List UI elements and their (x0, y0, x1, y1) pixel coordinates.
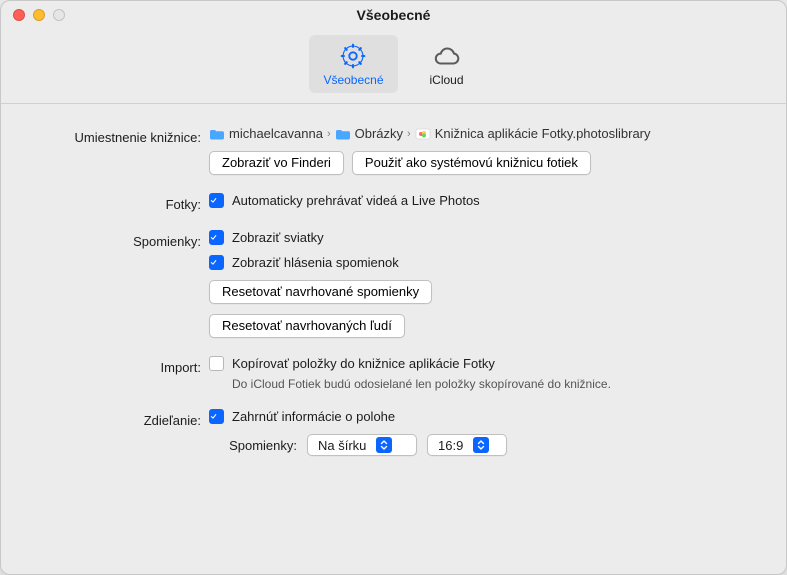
library-path-breadcrumb: michaelcavanna › Obrázky › (209, 126, 764, 141)
toolbar: Všeobecné iCloud (1, 29, 786, 104)
use-as-system-library-button[interactable]: Použiť ako systémovú knižnicu fotiek (352, 151, 591, 175)
row-import: Import: Kopírovať položky do knižnice ap… (23, 356, 764, 391)
reset-suggested-people-button[interactable]: Resetovať navrhovaných ľudí (209, 314, 405, 338)
folder-icon (335, 127, 351, 141)
close-window-button[interactable] (13, 9, 25, 21)
crumb-user[interactable]: michaelcavanna (229, 126, 323, 141)
show-holidays-checkbox[interactable] (209, 230, 224, 245)
label-photos: Fotky: (23, 193, 209, 212)
memories-sub-label: Spomienky: (209, 438, 297, 453)
updown-caret-icon (376, 437, 392, 453)
row-photos: Fotky: Automaticky prehrávať videá a Liv… (23, 193, 764, 212)
include-location-checkbox[interactable] (209, 409, 224, 424)
autoplay-checkbox[interactable] (209, 193, 224, 208)
show-memory-notifications-label: Zobraziť hlásenia spomienok (232, 255, 399, 270)
autoplay-label: Automaticky prehrávať videá a Live Photo… (232, 193, 480, 208)
tab-icloud-label: iCloud (430, 73, 464, 87)
tab-general[interactable]: Všeobecné (309, 35, 397, 93)
crumb-library-file[interactable]: Knižnica aplikácie Fotky.photoslibrary (435, 126, 651, 141)
row-library-location: Umiestnenie knižnice: michaelcavanna › O… (23, 126, 764, 175)
orientation-select[interactable]: Na šírku (307, 434, 417, 456)
show-in-finder-button[interactable]: Zobraziť vo Finderi (209, 151, 344, 175)
label-import: Import: (23, 356, 209, 375)
label-library-location: Umiestnenie knižnice: (23, 126, 209, 145)
copy-items-checkbox[interactable] (209, 356, 224, 371)
titlebar: Všeobecné (1, 1, 786, 29)
updown-caret-icon (473, 437, 489, 453)
crumb-pictures[interactable]: Obrázky (355, 126, 403, 141)
row-memories: Spomienky: Zobraziť sviatky Zobraziť hlá… (23, 230, 764, 338)
chevron-right-icon: › (327, 128, 331, 140)
label-sharing: Zdieľanie: (23, 409, 209, 428)
folder-icon (209, 127, 225, 141)
tab-bar: Všeobecné iCloud (309, 35, 477, 93)
preferences-window: Všeobecné (0, 0, 787, 575)
minimize-window-button[interactable] (33, 9, 45, 21)
reset-suggested-memories-button[interactable]: Resetovať navrhované spomienky (209, 280, 432, 304)
aspect-ratio-value: 16:9 (438, 438, 463, 453)
tab-general-label: Všeobecné (323, 73, 383, 87)
chevron-right-icon: › (407, 128, 411, 140)
window-title: Všeobecné (1, 7, 786, 23)
window-controls (1, 9, 65, 21)
zoom-window-button (53, 9, 65, 21)
photos-library-icon (415, 127, 431, 141)
tab-icloud[interactable]: iCloud (416, 35, 478, 93)
copy-items-label: Kopírovať položky do knižnice aplikácie … (232, 356, 495, 371)
show-memory-notifications-checkbox[interactable] (209, 255, 224, 270)
orientation-value: Na šírku (318, 438, 366, 453)
include-location-label: Zahrnúť informácie o polohe (232, 409, 395, 424)
label-memories: Spomienky: (23, 230, 209, 249)
import-hint-text: Do iCloud Fotiek budú odosielané len pol… (209, 377, 764, 391)
gear-icon (338, 41, 368, 71)
preferences-body: Umiestnenie knižnice: michaelcavanna › O… (1, 104, 786, 575)
aspect-ratio-select[interactable]: 16:9 (427, 434, 507, 456)
cloud-icon (432, 41, 462, 71)
show-holidays-label: Zobraziť sviatky (232, 230, 324, 245)
row-sharing: Zdieľanie: Zahrnúť informácie o polohe S… (23, 409, 764, 456)
